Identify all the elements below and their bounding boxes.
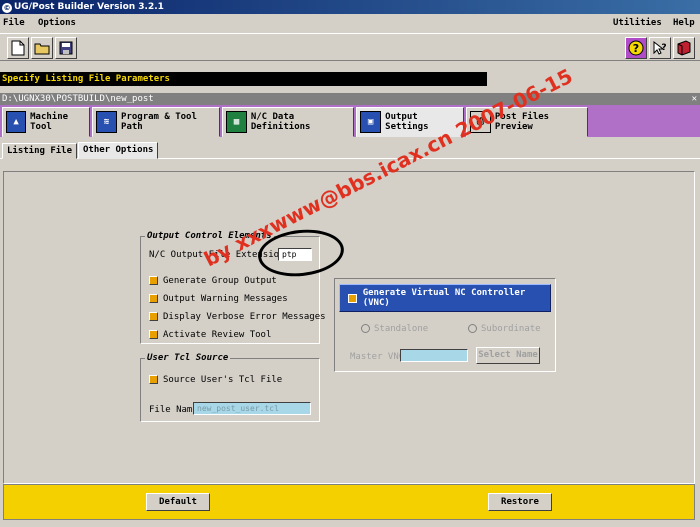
- new-file-button[interactable]: [7, 37, 29, 59]
- post-path: D:\UGNX30\POSTBUILD\new_post: [2, 94, 154, 104]
- close-icon[interactable]: ✕: [692, 93, 697, 105]
- restore-button[interactable]: Restore: [488, 493, 552, 511]
- open-folder-icon: [34, 43, 50, 55]
- tab-machine-tool[interactable]: ▲ Machine Tool: [2, 107, 90, 137]
- generate-vnc-checkbox[interactable]: [348, 293, 357, 303]
- subordinate-label: Subordinate: [481, 324, 541, 334]
- review-tool-label: Activate Review Tool: [163, 330, 272, 340]
- standalone-radio[interactable]: [361, 324, 370, 333]
- generate-vnc-button[interactable]: Generate Virtual NC Controller (VNC): [339, 284, 551, 312]
- save-icon: [59, 41, 73, 55]
- select-name-button[interactable]: Select Name: [476, 347, 540, 364]
- main-tab-bar: ▲ Machine Tool ≋ Program & Tool Path ▦ N/C …: [0, 105, 700, 137]
- context-help-icon: ?: [653, 40, 667, 55]
- verbose-error-checkbox[interactable]: [149, 312, 158, 321]
- manual-book-icon: [677, 40, 691, 56]
- verbose-error-label: Display Verbose Error Messages: [163, 312, 326, 322]
- svg-text:?: ?: [633, 42, 639, 55]
- context-help-button[interactable]: ?: [649, 37, 671, 59]
- toolbar: ? ?: [0, 33, 700, 61]
- file-name-label: File Name: [149, 405, 198, 415]
- status-message: Specify Listing File Parameters: [0, 72, 487, 86]
- tab-program-tool-path[interactable]: ≋ Program & Tool Path: [92, 107, 220, 137]
- sub-tab-bar: Listing File Other Options: [0, 141, 700, 159]
- manual-button[interactable]: [673, 37, 695, 59]
- subordinate-radio[interactable]: [468, 324, 477, 333]
- tab-nc-data-definitions[interactable]: ▦ N/C Data Definitions: [222, 107, 354, 137]
- nc-data-icon: ▦: [226, 111, 247, 133]
- new-file-icon: [11, 40, 25, 56]
- master-vnc-label: Master VNC: [350, 352, 405, 362]
- output-warning-label: Output Warning Messages: [163, 294, 288, 304]
- menu-file[interactable]: File: [3, 14, 25, 32]
- tab-listing-file[interactable]: Listing File: [2, 143, 78, 159]
- tab-other-options[interactable]: Other Options: [78, 142, 159, 159]
- menu-bar: File Options Utilities Help: [0, 14, 700, 32]
- generate-group-output-checkbox[interactable]: [149, 276, 158, 285]
- footer-bar: Default Restore: [3, 484, 695, 520]
- output-warning-checkbox[interactable]: [149, 294, 158, 303]
- save-button[interactable]: [55, 37, 77, 59]
- review-tool-checkbox[interactable]: [149, 330, 158, 339]
- tcl-source-title: User Tcl Source: [145, 353, 231, 363]
- source-tcl-checkbox[interactable]: [149, 375, 158, 384]
- help-question-icon: ?: [628, 40, 644, 56]
- default-button[interactable]: Default: [146, 493, 210, 511]
- file-name-input[interactable]: new_post_user.tcl: [193, 402, 311, 415]
- path-bar: D:\UGNX30\POSTBUILD\new_post ✕: [0, 93, 700, 105]
- generate-group-output-label: Generate Group Output: [163, 276, 277, 286]
- tool-path-icon: ≋: [96, 111, 118, 133]
- source-tcl-label: Source User's Tcl File: [163, 375, 283, 385]
- window-title: UG/Post Builder Version 3.2.1: [14, 2, 164, 12]
- svg-text:?: ?: [661, 43, 666, 53]
- open-button[interactable]: [31, 37, 53, 59]
- tcl-source-group: User Tcl Source Source User's Tcl File F…: [140, 353, 320, 422]
- help-button[interactable]: ?: [625, 37, 647, 59]
- menu-options[interactable]: Options: [38, 14, 76, 32]
- machine-tool-icon: ▲: [6, 111, 27, 133]
- title-bar: © UG/Post Builder Version 3.2.1: [0, 0, 700, 14]
- menu-help[interactable]: Help: [673, 14, 695, 32]
- menu-utilities[interactable]: Utilities: [613, 14, 662, 32]
- master-vnc-input[interactable]: [400, 349, 468, 362]
- standalone-label: Standalone: [374, 324, 429, 334]
- output-settings-icon: ▣: [360, 111, 382, 133]
- app-icon: ©: [2, 3, 12, 13]
